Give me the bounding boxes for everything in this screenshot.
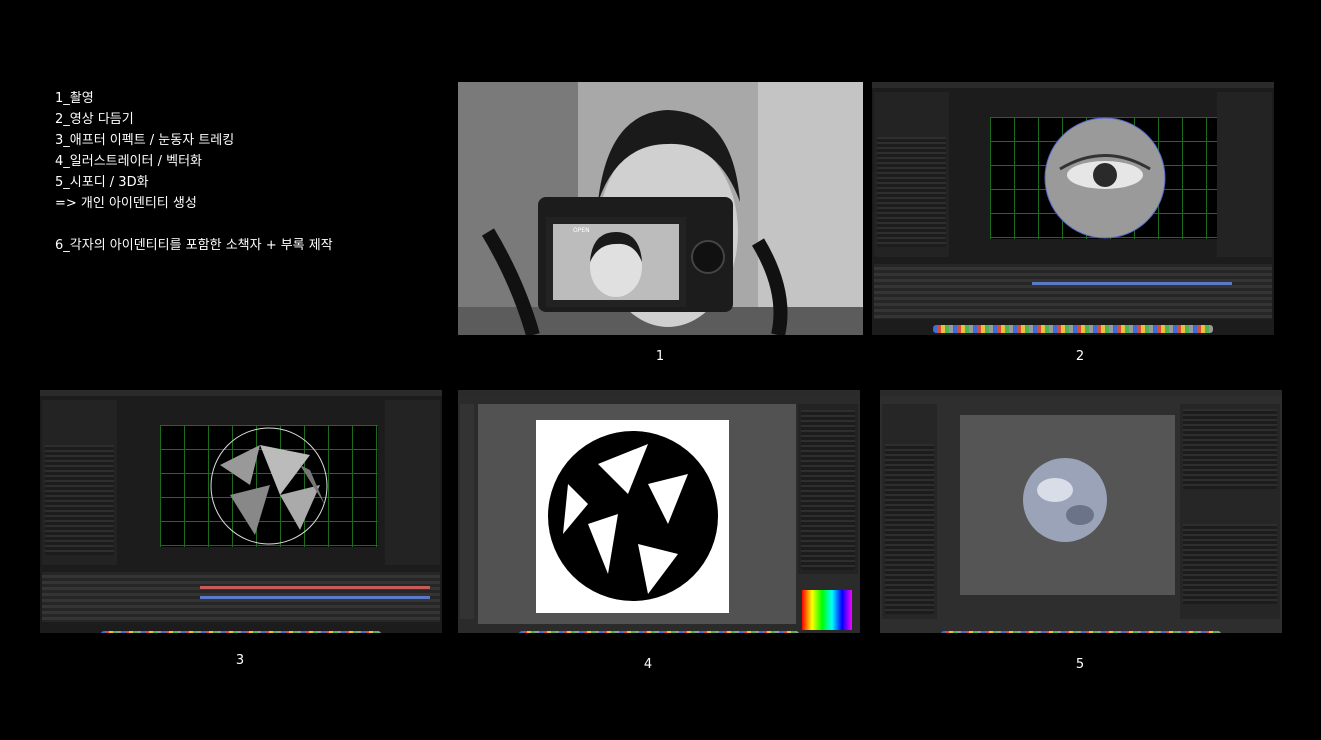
project-list bbox=[877, 137, 946, 247]
process-steps: 1_촬영 2_영상 다듬기 3_애프터 이펙트 / 눈동자 트레킹 4_일러스트… bbox=[55, 88, 333, 256]
object-manager bbox=[1180, 404, 1280, 619]
menu-bar bbox=[40, 390, 442, 396]
properties-panel bbox=[798, 404, 858, 574]
color-picker bbox=[802, 590, 852, 630]
step-result: => 개인 아이덴티티 생성 bbox=[55, 196, 197, 211]
effects-panel bbox=[1217, 92, 1272, 257]
project-list bbox=[45, 445, 114, 555]
viewport bbox=[960, 415, 1175, 595]
caption-1: 1 bbox=[655, 349, 665, 364]
attributes-list bbox=[1183, 524, 1277, 604]
properties-list bbox=[801, 410, 855, 570]
dock bbox=[101, 631, 381, 633]
menu-bar bbox=[872, 82, 1274, 88]
artboard-area bbox=[478, 404, 796, 624]
composition-viewer bbox=[160, 425, 378, 547]
after-effects-polygon-screen bbox=[40, 390, 442, 633]
tools-panel bbox=[460, 404, 474, 619]
cinema4d-screen bbox=[880, 390, 1282, 633]
timeline-track bbox=[200, 596, 430, 599]
dock bbox=[941, 631, 1221, 633]
after-effects-eye-screen bbox=[872, 82, 1274, 335]
step-1: 1_촬영 bbox=[55, 91, 94, 106]
step-3: 3_애프터 이펙트 / 눈동자 트레킹 bbox=[55, 133, 235, 148]
camera-photo: OPEN bbox=[458, 82, 863, 335]
illustrator-screen bbox=[458, 390, 860, 633]
step-4: 4_일러스트레이터 / 벡터화 bbox=[55, 154, 203, 169]
composition-viewer bbox=[990, 117, 1225, 239]
asset-list bbox=[885, 444, 934, 614]
effects-panel bbox=[385, 400, 440, 565]
dock bbox=[519, 631, 799, 633]
object-list bbox=[1183, 409, 1277, 489]
timeline bbox=[874, 264, 1272, 319]
3d-sphere bbox=[1023, 458, 1107, 542]
caption-4: 4 bbox=[643, 657, 653, 672]
photo-panel: OPEN bbox=[458, 82, 863, 335]
project-panel bbox=[42, 400, 117, 565]
menu-bar bbox=[880, 390, 1282, 396]
eye-sphere bbox=[1044, 117, 1166, 239]
polygon-sphere bbox=[210, 427, 328, 545]
menu-bar bbox=[458, 390, 860, 396]
dock bbox=[933, 325, 1213, 333]
camera-label: OPEN bbox=[573, 227, 590, 234]
step-5: 5_시포디 / 3D화 bbox=[55, 175, 149, 190]
vector-sphere bbox=[536, 420, 729, 613]
asset-panel bbox=[882, 404, 937, 619]
timeline-track bbox=[200, 586, 430, 589]
step-2: 2_영상 다듬기 bbox=[55, 112, 134, 127]
caption-2: 2 bbox=[1075, 349, 1085, 364]
caption-5: 5 bbox=[1075, 657, 1085, 672]
caption-3: 3 bbox=[235, 653, 245, 668]
project-panel bbox=[874, 92, 949, 257]
step-6: 6_각자의 아이덴티티를 포함한 소책자 + 부록 제작 bbox=[55, 238, 333, 253]
timeline-track bbox=[1032, 282, 1232, 285]
